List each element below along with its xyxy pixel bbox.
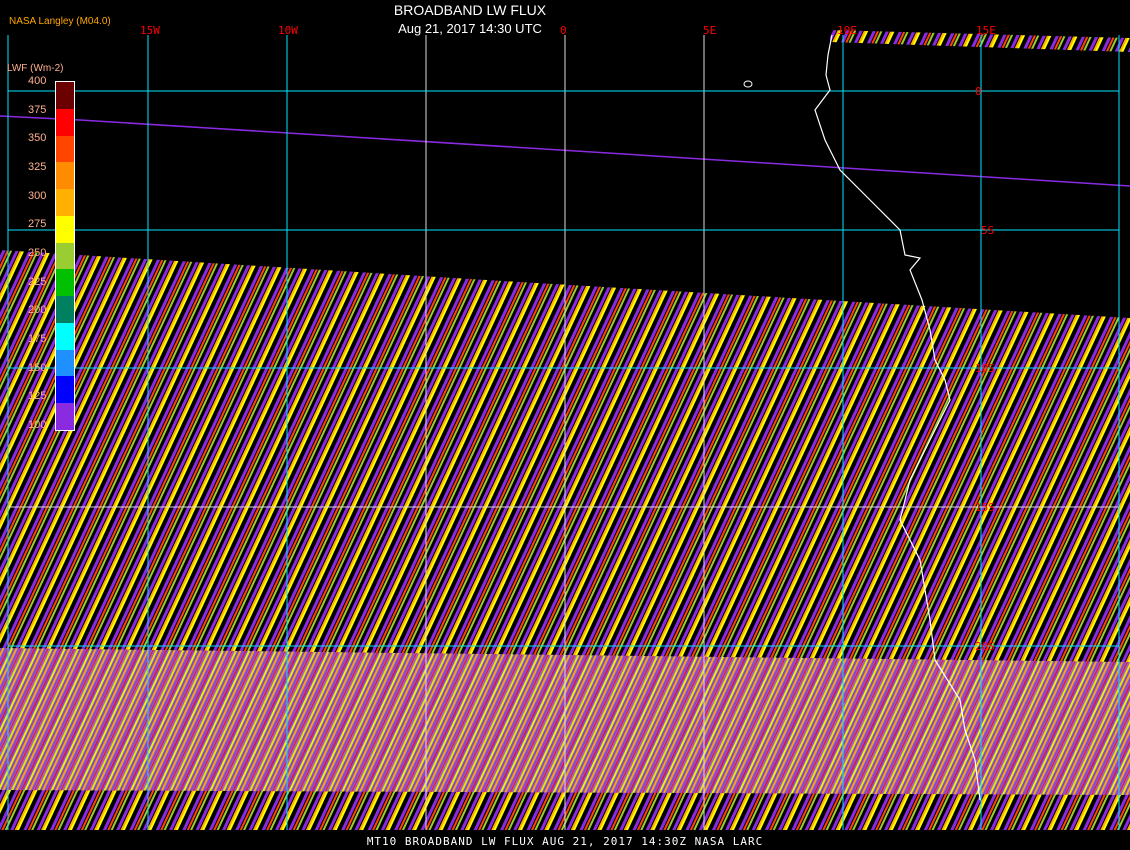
lat-label: 5S xyxy=(981,224,994,237)
color-bar-segment xyxy=(56,376,74,404)
color-bar-tick-label: 100 xyxy=(28,419,47,431)
legend-unit: LWF (Wm-2) xyxy=(7,63,64,74)
color-bar-tick-label: 250 xyxy=(28,247,47,259)
lat-label: 10S xyxy=(975,362,995,375)
color-bar-tick-label: 175 xyxy=(28,333,47,345)
lat-label: 15S xyxy=(975,501,995,514)
color-bar-segment xyxy=(56,403,74,430)
footer-caption: MT10 BROADBAND LW FLUX AUG 21, 2017 14:3… xyxy=(0,834,1130,850)
color-bar-tick-label: 125 xyxy=(28,390,47,403)
color-bar-segment xyxy=(56,82,74,109)
color-bar-segment xyxy=(56,135,74,163)
color-bar-segment xyxy=(56,269,74,297)
color-bar xyxy=(55,81,75,431)
color-bar-tick-label: 400 xyxy=(28,75,47,87)
color-bar-tick-label: 225 xyxy=(28,275,47,288)
color-bar-segment xyxy=(56,189,74,216)
color-bar-segment xyxy=(56,242,74,270)
lon-label: 15E xyxy=(976,24,996,37)
map-canvas: 15W 10W 0 5E 10E 15E 0 5S 10S 15S 20S xyxy=(0,24,1130,830)
page-title: BROADBAND LW FLUX xyxy=(393,2,547,18)
color-bar-segment xyxy=(56,322,74,350)
timestamp: Aug 21, 2017 14:30 UTC xyxy=(398,21,542,36)
lat-label: 0 xyxy=(975,85,982,98)
color-bar-segment xyxy=(56,349,74,377)
color-bar-tick-label: 375 xyxy=(28,103,47,116)
color-bar-segment xyxy=(56,296,74,323)
color-bar-segment xyxy=(56,215,74,243)
color-bar-tick-label: 150 xyxy=(28,361,47,374)
color-bar-tick-label: 325 xyxy=(28,161,47,173)
color-bar-tick-label: 200 xyxy=(28,304,47,317)
color-bar-tick-label: 350 xyxy=(28,132,47,145)
color-bar-tick-label: 275 xyxy=(28,218,47,231)
lat-label: 20S xyxy=(975,640,995,653)
color-bar-segment xyxy=(56,108,74,136)
island xyxy=(743,80,753,88)
color-bar-tick-label: 300 xyxy=(28,189,47,202)
color-bar-segment xyxy=(56,162,74,190)
